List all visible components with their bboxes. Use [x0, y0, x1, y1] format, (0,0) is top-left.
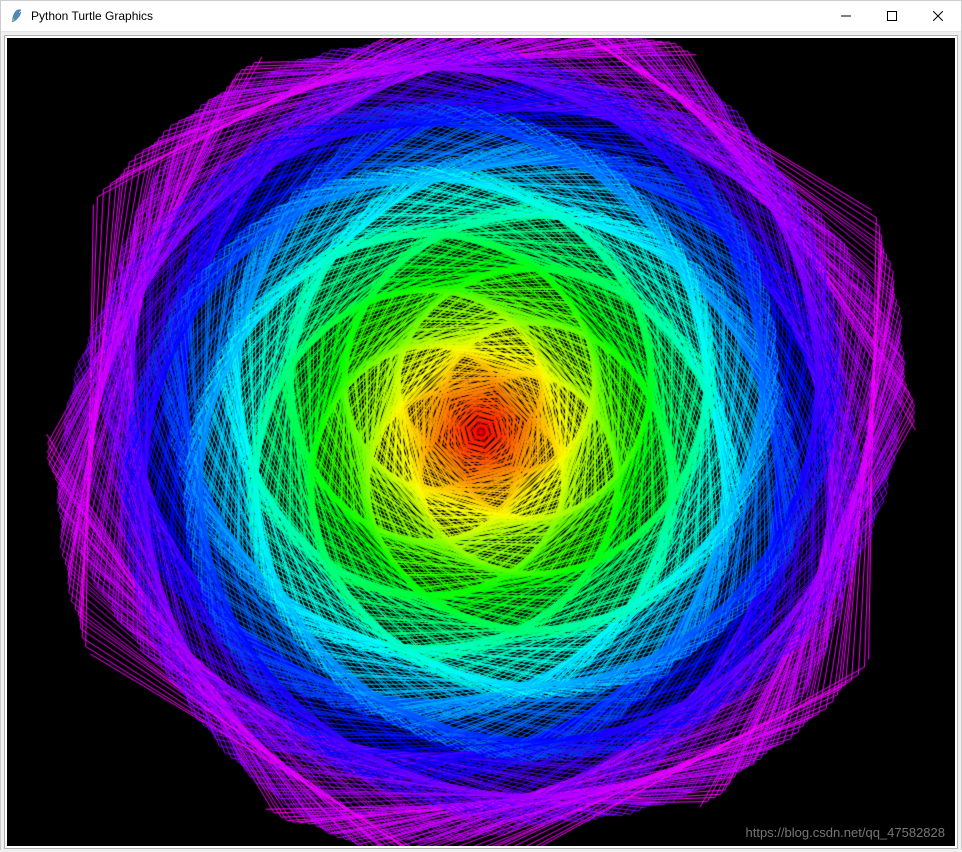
- titlebar[interactable]: Python Turtle Graphics: [1, 1, 961, 32]
- turtle-canvas: [7, 38, 955, 846]
- close-button[interactable]: [915, 1, 961, 32]
- window-title: Python Turtle Graphics: [31, 1, 823, 32]
- app-window: Python Turtle Graphics https://blog.csdn…: [0, 0, 962, 850]
- maximize-button[interactable]: [869, 1, 915, 32]
- canvas-frame: https://blog.csdn.net/qq_47582828: [4, 35, 958, 849]
- window-controls: [823, 1, 961, 32]
- minimize-button[interactable]: [823, 1, 869, 32]
- client-area: https://blog.csdn.net/qq_47582828: [1, 32, 961, 852]
- python-feather-icon: [9, 8, 25, 24]
